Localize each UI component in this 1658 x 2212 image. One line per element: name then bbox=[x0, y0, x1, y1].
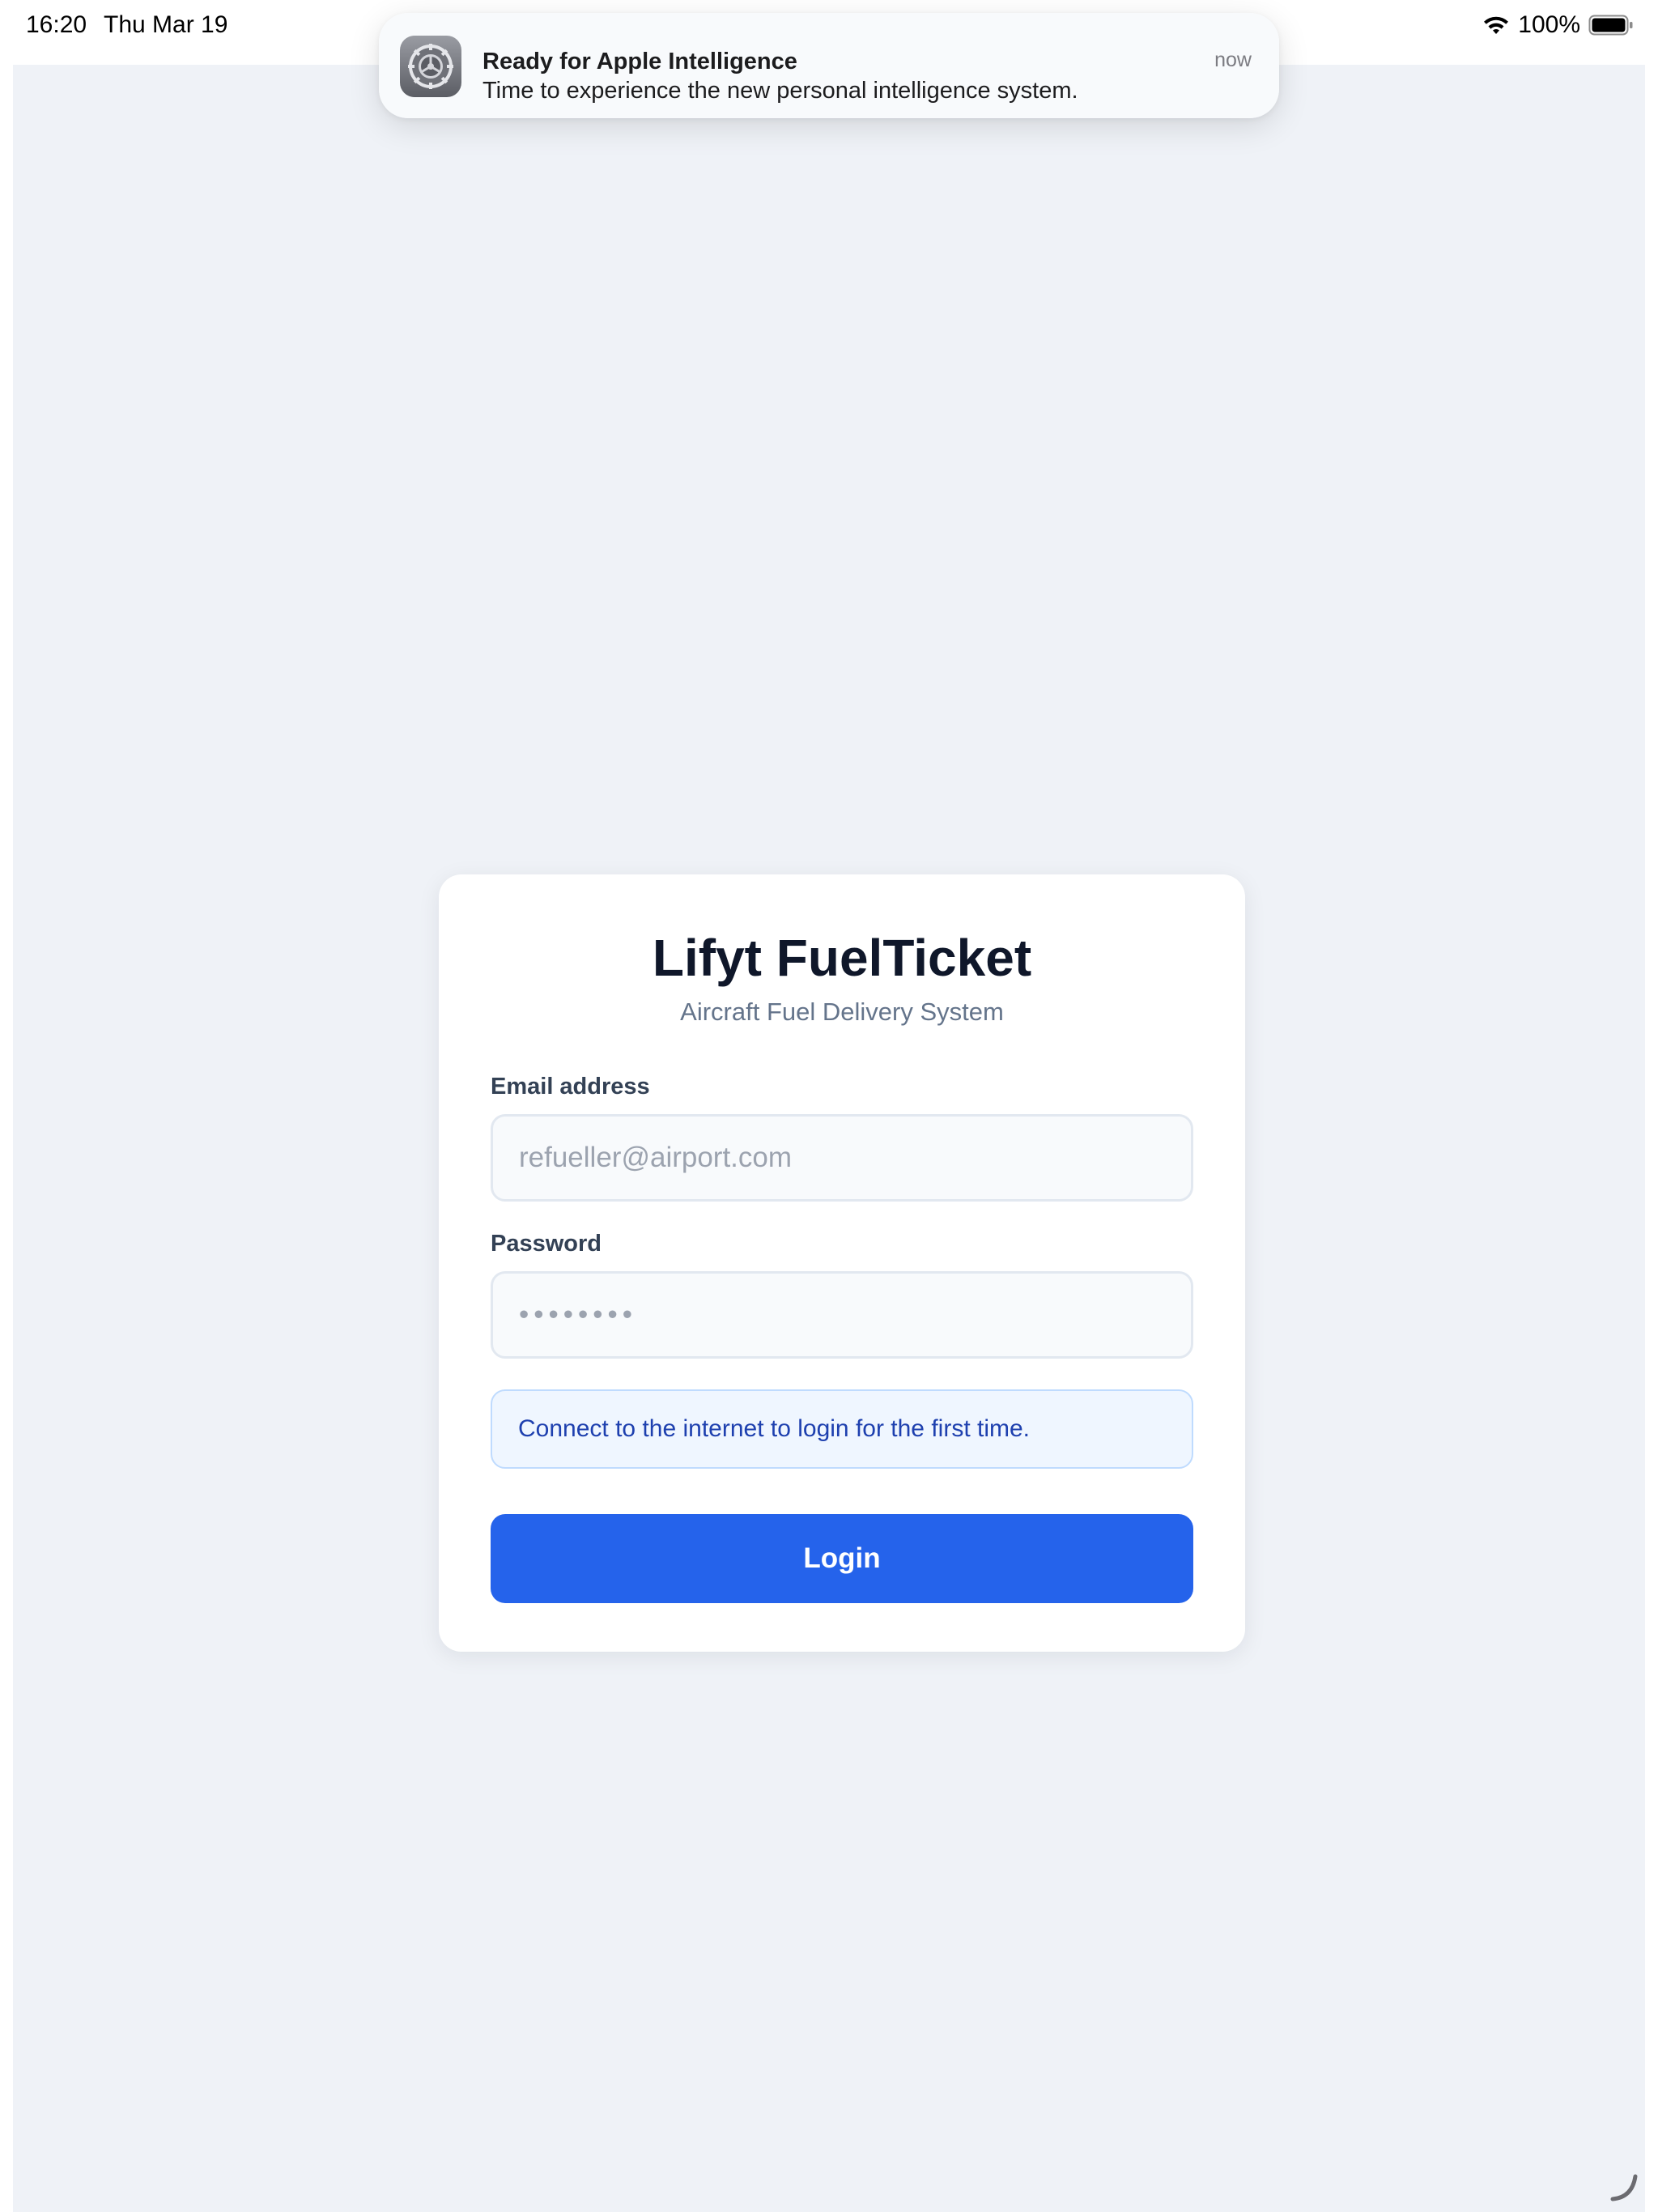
password-field[interactable] bbox=[491, 1271, 1193, 1359]
notification-time: now bbox=[1214, 49, 1252, 71]
email-label: Email address bbox=[491, 1074, 650, 1100]
status-indicators: 100% bbox=[1482, 11, 1634, 39]
notification-title: Ready for Apple Intelligence bbox=[483, 49, 797, 74]
notification-body: Time to experience the new personal inte… bbox=[483, 78, 1078, 104]
notification-banner[interactable]: Ready for Apple Intelligence Time to exp… bbox=[379, 13, 1279, 118]
status-date: Thu Mar 19 bbox=[104, 11, 228, 38]
app-title: Lifyt FuelTicket bbox=[652, 929, 1032, 987]
status-time: 16:20 bbox=[26, 11, 87, 38]
battery-icon bbox=[1588, 15, 1633, 36]
battery-percentage: 100% bbox=[1518, 11, 1580, 38]
app-subtitle: Aircraft Fuel Delivery System bbox=[680, 998, 1004, 1026]
email-field[interactable] bbox=[491, 1114, 1193, 1202]
app-viewport: Lifyt FuelTicket Aircraft Fuel Delivery … bbox=[13, 65, 1645, 2212]
info-message: Connect to the internet to login for the… bbox=[491, 1389, 1193, 1469]
password-label: Password bbox=[491, 1231, 602, 1257]
login-card: Lifyt FuelTicket Aircraft Fuel Delivery … bbox=[439, 874, 1245, 1652]
screen: 16:20 Thu Mar 19 100% Ready for Apple In… bbox=[0, 0, 1658, 2212]
wifi-icon bbox=[1484, 16, 1509, 34]
resize-handle-icon[interactable] bbox=[1608, 2170, 1640, 2202]
settings-gear-icon bbox=[400, 36, 461, 97]
login-button[interactable]: Login bbox=[491, 1514, 1193, 1603]
info-message-text: Connect to the internet to login for the… bbox=[518, 1415, 1030, 1442]
